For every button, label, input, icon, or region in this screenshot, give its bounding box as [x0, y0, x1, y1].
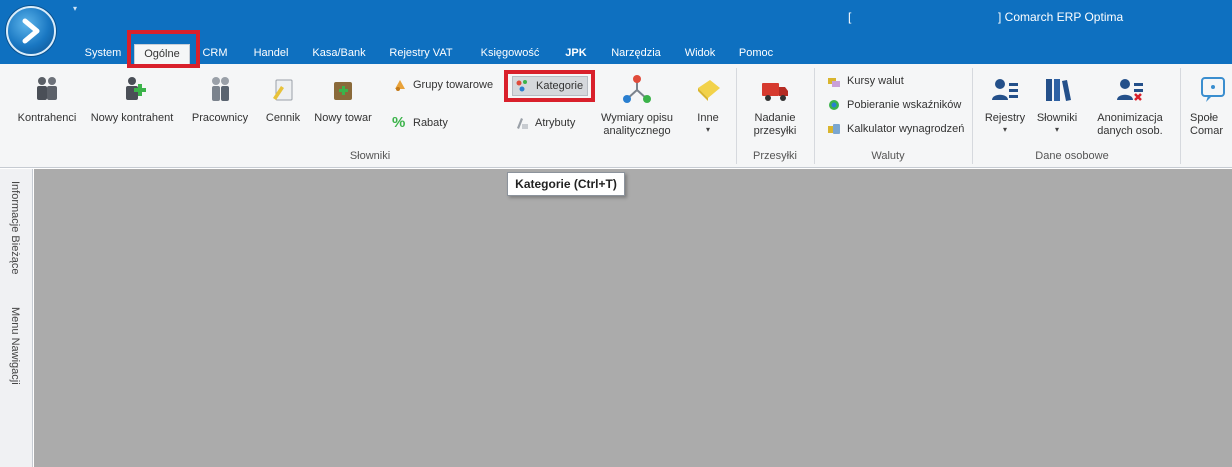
tab-crm[interactable]: CRM: [200, 44, 230, 64]
product-groups-icon: [395, 80, 405, 91]
slowniki-dropdown-icon: ▾: [1054, 125, 1059, 134]
side-tab-informacje-biezace[interactable]: Informacje Bieżące: [9, 181, 21, 275]
work-area: [34, 169, 1232, 467]
comarch-logo-icon: [22, 18, 40, 44]
group-separator: [1180, 68, 1181, 164]
nowy-towar-button[interactable]: Nowy towar: [310, 74, 376, 125]
inne-button[interactable]: Inne ▾: [688, 74, 728, 135]
window-title-left: [: [848, 10, 852, 24]
rejestry-button[interactable]: Rejestry ▾: [980, 74, 1030, 135]
dictionaries-books-icon: [1046, 79, 1071, 101]
rejestry-dropdown-icon: ▾: [1002, 125, 1007, 134]
kursy-walut-button[interactable]: Kursy walut: [826, 70, 904, 92]
new-product-icon: [334, 82, 352, 100]
tab-ksiegowosc[interactable]: Księgowość: [478, 44, 542, 64]
attributes-icon: [517, 118, 528, 129]
download-indicators-icon: [829, 100, 839, 110]
group-label-przesylki: Przesyłki: [752, 150, 797, 162]
group-label-dane-osobowe: Dane osobowe: [1035, 150, 1109, 162]
window-title: ] Comarch ERP Optima: [998, 10, 1124, 24]
side-tab-menu-nawigacji[interactable]: Menu Nawigacji: [9, 307, 21, 385]
side-panel: Informacje Bieżące Menu Nawigacji: [0, 169, 33, 467]
inne-dropdown-icon: ▾: [705, 125, 710, 134]
pobieranie-wskaznikow-button[interactable]: Pobieranie wskaźników: [826, 94, 961, 116]
cennik-button[interactable]: Cennik: [262, 74, 304, 125]
anonymization-icon: [1117, 79, 1143, 101]
grupy-towarowe-button[interactable]: Grupy towarowe: [392, 74, 493, 96]
kontrahenci-button[interactable]: Kontrahenci: [14, 74, 80, 125]
tab-widok[interactable]: Widok: [680, 44, 720, 64]
rabaty-button[interactable]: % Rabaty: [392, 112, 448, 134]
other-icon: [698, 80, 720, 101]
employees-icon: [212, 77, 229, 101]
analytic-dimensions-icon: [623, 75, 651, 103]
kalkulator-wynagrodzen-button[interactable]: Kalkulator wynagrodzeń: [826, 118, 964, 140]
community-icon: [1201, 77, 1225, 102]
group-separator: [972, 68, 973, 164]
atrybuty-button[interactable]: Atrybuty: [514, 112, 575, 134]
registers-icon: [992, 79, 1018, 100]
price-list-icon: [273, 79, 293, 101]
slowniki-dane-button[interactable]: Słowniki ▾: [1034, 74, 1080, 135]
nowy-kontrahent-button[interactable]: Nowy kontrahent: [86, 74, 178, 125]
tab-jpk[interactable]: JPK: [560, 44, 592, 64]
delivery-truck-icon: [762, 83, 788, 101]
app-menu-orb[interactable]: [6, 6, 56, 56]
kategorie-tooltip: Kategorie (Ctrl+T): [507, 172, 625, 196]
tab-system[interactable]: System: [80, 44, 126, 64]
spolecznosc-button[interactable]: Społe Comar: [1190, 74, 1232, 138]
contractors-icon: [37, 77, 57, 100]
exchange-rates-icon: [828, 78, 840, 87]
group-label-slowniki: Słowniki: [349, 150, 391, 162]
tab-kasa-bank[interactable]: Kasa/Bank: [310, 44, 368, 64]
new-contractor-icon: [126, 77, 146, 100]
quick-access-dropdown-icon[interactable]: ▾: [73, 4, 77, 13]
group-label-waluty: Waluty: [871, 150, 905, 162]
nadanie-przesylki-button[interactable]: Nadanie przesyłki: [744, 74, 806, 138]
anonimizacja-button[interactable]: Anonimizacja danych osob.: [1088, 74, 1172, 138]
highlight-frame-kategorie: [504, 70, 595, 102]
wymiary-opisu-button[interactable]: Wymiary opisu analitycznego: [598, 74, 676, 138]
group-separator: [736, 68, 737, 164]
tab-rejestry-vat[interactable]: Rejestry VAT: [386, 44, 456, 64]
highlight-frame-tab-ogolne: [127, 30, 200, 68]
salary-calculator-icon: [828, 124, 840, 134]
tab-handel[interactable]: Handel: [250, 44, 292, 64]
tab-pomoc[interactable]: Pomoc: [736, 44, 776, 64]
ribbon: Kontrahenci Nowy kontrahent Pracownicy C…: [0, 64, 1232, 168]
group-separator: [814, 68, 815, 164]
tab-narzedzia[interactable]: Narzędzia: [608, 44, 664, 64]
discount-icon: %: [392, 114, 406, 131]
pracownicy-button[interactable]: Pracownicy: [188, 74, 252, 125]
